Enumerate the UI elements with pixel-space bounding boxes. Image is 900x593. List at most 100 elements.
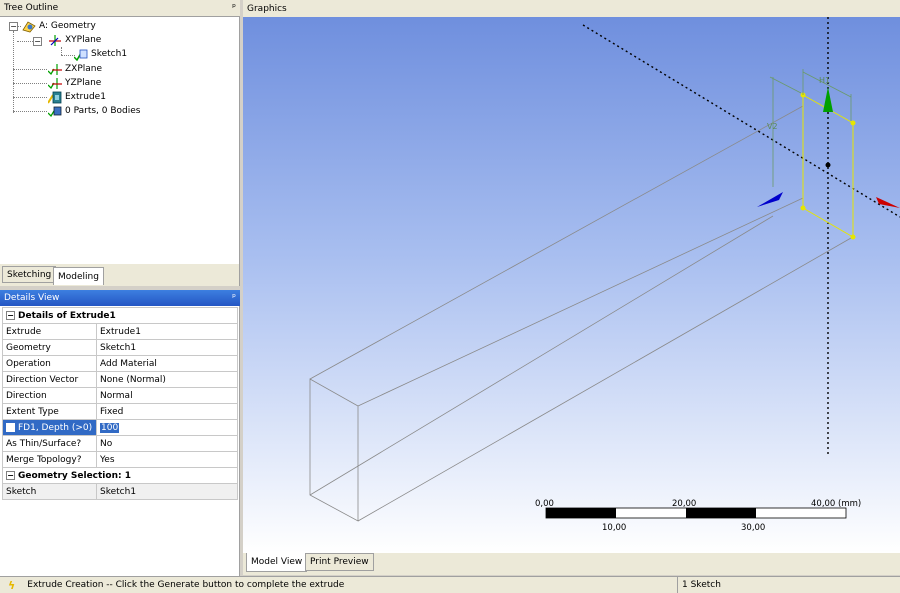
collapse-geometry-toggle[interactable]: −	[9, 22, 18, 31]
tree-connector	[13, 69, 47, 70]
graphics-viewport[interactable]: H1 V2 0,00 20,00 40,00 (mm) 10,00 30,00	[243, 17, 900, 553]
details-row[interactable]: Sketch Sketch1	[2, 483, 238, 500]
group-label: Details of Extrude1	[18, 310, 116, 321]
tree-item-yzplane[interactable]: YZPlane	[47, 76, 102, 90]
tree-item-label: YZPlane	[65, 78, 102, 88]
details-row[interactable]: Extent Type Fixed	[2, 403, 238, 420]
details-row[interactable]: Direction Normal	[2, 387, 238, 404]
property-label: Sketch	[2, 483, 97, 500]
box-edge	[309, 215, 774, 496]
box-edge	[357, 237, 852, 522]
origin-point	[825, 162, 831, 168]
model-canvas[interactable]: H1 V2 0,00 20,00 40,00 (mm) 10,00 30,00	[243, 17, 900, 553]
pin-icon[interactable]: ᵖ	[232, 3, 236, 13]
scale-label: 20,00	[672, 499, 696, 509]
scale-label: 10,00	[602, 523, 626, 533]
property-label: Extent Type	[2, 403, 97, 420]
details-table: − Details of Extrude1 Extrude Extrude1 Ge…	[2, 307, 238, 500]
tab-model-view[interactable]: Model View	[246, 553, 308, 572]
sketch-vertex	[800, 205, 806, 211]
details-view-title: Details View	[4, 293, 60, 303]
tree-outline-title: Tree Outline	[4, 3, 59, 13]
property-value[interactable]: Sketch1	[96, 483, 238, 500]
extension-line	[769, 76, 802, 94]
property-value[interactable]: Extrude1	[96, 323, 238, 340]
details-row[interactable]: Geometry Sketch1	[2, 339, 238, 356]
status-message: Extrude Creation -- Click the Generate b…	[27, 580, 345, 590]
property-value[interactable]: Normal	[96, 387, 238, 404]
box-front-face	[309, 378, 359, 522]
tree-item-sketch1[interactable]: Sketch1	[73, 47, 127, 61]
tree-connector	[13, 97, 47, 98]
collapse-icon[interactable]: −	[6, 310, 15, 320]
plane-icon	[48, 34, 62, 47]
dimension-label-h[interactable]: H1	[819, 76, 830, 85]
status-message-area: ϟ Extrude Creation -- Click the Generate…	[0, 577, 678, 593]
extrude-preview-wireframe	[309, 105, 852, 522]
scale-bar: 0,00 20,00 40,00 (mm) 10,00 30,00	[535, 499, 861, 533]
details-row[interactable]: As Thin/Surface? No	[2, 435, 238, 452]
tree-item-extrude1[interactable]: Extrude1	[47, 90, 106, 104]
group-label: Geometry Selection: 1	[18, 470, 131, 481]
extrude-icon	[47, 91, 62, 104]
collapse-icon[interactable]: −	[6, 470, 15, 480]
z-axis-arrow	[757, 192, 783, 207]
tree-outline-header: Tree Outline ᵖ	[0, 0, 240, 17]
tree-item-label: ZXPlane	[65, 64, 103, 74]
details-row[interactable]: Merge Topology? Yes	[2, 451, 238, 468]
sketch-vertex	[850, 120, 856, 126]
x-axis-arrow	[876, 197, 900, 208]
property-label-depth[interactable]: FD1, Depth (>0)	[2, 419, 97, 436]
property-value[interactable]: Sketch1	[96, 339, 238, 356]
tree-tab-strip: Sketching Modeling	[0, 264, 240, 286]
details-row[interactable]: Operation Add Material	[2, 355, 238, 372]
tab-sketching[interactable]: Sketching	[2, 266, 57, 283]
property-value[interactable]: Fixed	[96, 403, 238, 420]
scale-label: 0,00	[535, 499, 554, 509]
graphics-title: Graphics	[247, 3, 287, 14]
details-group-row: − Details of Extrude1	[2, 307, 238, 324]
property-value[interactable]: Add Material	[96, 355, 238, 372]
depth-input[interactable]: 100	[100, 422, 120, 433]
tree-outline: − A: Geometry − XYPlane Sketch1 ZXPlane …	[0, 17, 240, 264]
property-label: Direction	[2, 387, 97, 404]
graphics-header: Graphics	[243, 0, 900, 17]
tree-connector	[61, 55, 75, 56]
tab-modeling[interactable]: Modeling	[53, 267, 104, 285]
graphics-tab-strip: Model View Print Preview	[243, 553, 900, 575]
details-row[interactable]: Direction Vector None (Normal)	[2, 371, 238, 388]
dimension-label-v[interactable]: V2	[767, 122, 778, 131]
scale-segment	[546, 508, 616, 518]
property-label: As Thin/Surface?	[2, 435, 97, 452]
property-label: Merge Topology?	[2, 451, 97, 468]
tree-item-geometry[interactable]: A: Geometry	[22, 19, 96, 33]
details-group-header[interactable]: − Details of Extrude1	[2, 307, 238, 324]
tree-item-label: 0 Parts, 0 Bodies	[65, 106, 141, 116]
tree-item-zxplane[interactable]: ZXPlane	[47, 62, 103, 76]
tree-item-xyplane[interactable]: XYPlane	[48, 33, 101, 47]
details-view: − Details of Extrude1 Extrude Extrude1 Ge…	[0, 306, 240, 576]
depth-value-field[interactable]: 100	[96, 419, 238, 436]
tree-item-label: Extrude1	[65, 92, 106, 102]
collapse-xyplane-toggle[interactable]: −	[33, 37, 42, 46]
plane-icon	[47, 63, 62, 76]
pin-icon[interactable]: ᵖ	[232, 293, 236, 303]
scale-label: 30,00	[741, 523, 765, 533]
details-row-depth[interactable]: FD1, Depth (>0) 100	[2, 419, 238, 436]
parameter-checkbox[interactable]	[6, 422, 15, 432]
property-label: Operation	[2, 355, 97, 372]
details-group-header[interactable]: − Geometry Selection: 1	[2, 467, 238, 484]
property-value[interactable]: Yes	[96, 451, 238, 468]
details-row[interactable]: Extrude Extrude1	[2, 323, 238, 340]
lightning-icon: ϟ	[8, 578, 16, 592]
bodies-icon	[47, 105, 62, 118]
tab-print-preview[interactable]: Print Preview	[305, 553, 374, 571]
property-label: Direction Vector	[2, 371, 97, 388]
property-label-text: FD1, Depth (>0)	[18, 422, 93, 433]
property-value[interactable]: No	[96, 435, 238, 452]
plane-icon	[47, 77, 62, 90]
geometry-icon	[22, 20, 36, 33]
property-value[interactable]: None (Normal)	[96, 371, 238, 388]
tree-connector	[13, 83, 47, 84]
tree-item-parts-bodies[interactable]: 0 Parts, 0 Bodies	[47, 104, 141, 118]
